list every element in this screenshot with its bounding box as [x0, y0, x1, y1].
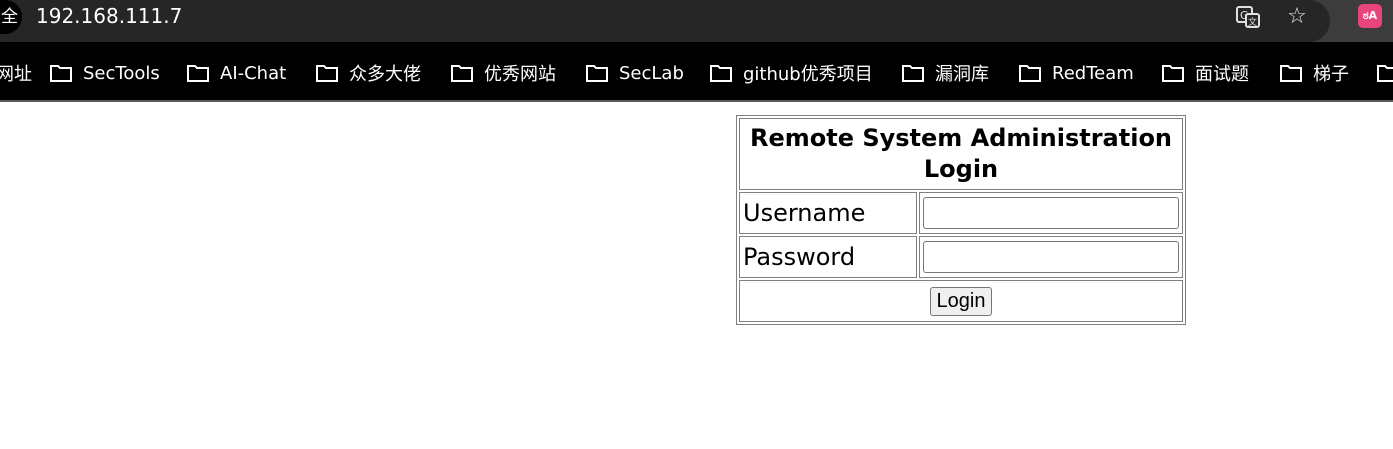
bookmark-folder-github[interactable]: github优秀项目: [709, 60, 873, 86]
folder-icon: [451, 65, 473, 82]
bookmark-star-icon[interactable]: ☆: [1284, 4, 1310, 30]
bookmark-folder-vulndb[interactable]: 漏洞库: [901, 60, 989, 86]
login-title-line1: Remote System Administration: [749, 124, 1173, 152]
login-button[interactable]: Login: [929, 286, 993, 316]
folder-icon: [1377, 65, 1393, 82]
login-title: Remote System Administration Login: [739, 118, 1183, 190]
folder-icon: [1280, 65, 1302, 82]
password-label: Password: [739, 236, 917, 278]
folder-icon: [586, 65, 608, 82]
folder-icon: [902, 65, 924, 82]
folder-icon: [1162, 65, 1184, 82]
folder-icon: [710, 65, 732, 82]
bookmark-folder-interview[interactable]: 面试题: [1161, 60, 1249, 86]
extension-icon[interactable]: ಠA: [1358, 4, 1382, 28]
password-input[interactable]: [923, 241, 1179, 273]
bookmark-folder-redteam[interactable]: RedTeam: [1018, 60, 1134, 86]
address-bar[interactable]: 全 192.168.111.7 G 文 ☆: [0, 0, 1330, 42]
browser-toolbar: 全 192.168.111.7 G 文 ☆ ಠA: [0, 0, 1393, 42]
folder-icon: [316, 65, 338, 82]
folder-icon: [187, 65, 209, 82]
url-text[interactable]: 192.168.111.7: [36, 2, 182, 30]
login-title-line2: Login: [923, 155, 999, 183]
bookmark-folder-sectools[interactable]: SecTools: [49, 60, 160, 86]
bookmark-folder-overflow[interactable]: [1376, 60, 1393, 86]
translate-icon[interactable]: G 文: [1235, 4, 1261, 30]
username-input[interactable]: [923, 197, 1179, 229]
folder-icon: [1019, 65, 1041, 82]
username-label: Username: [739, 192, 917, 234]
bookmark-folder-good-sites[interactable]: 优秀网站: [450, 60, 556, 86]
bookmark-folder-experts[interactable]: 众多大佬: [315, 60, 421, 86]
site-info-chip[interactable]: 全: [0, 0, 22, 34]
bookmarks-bar: 网址 SecTools AI-Chat 众多大佬 优秀网站 SecLab git…: [0, 42, 1393, 102]
bookmark-folder-ai-chat[interactable]: AI-Chat: [186, 60, 286, 86]
bookmark-folder-proxy[interactable]: 梯子: [1279, 60, 1349, 86]
svg-text:文: 文: [1248, 16, 1257, 28]
bookmark-folder-seclab[interactable]: SecLab: [585, 60, 684, 86]
login-form: Remote System Administration Login Usern…: [736, 115, 1186, 325]
bookmark-item[interactable]: 网址: [0, 60, 32, 86]
folder-icon: [50, 65, 72, 82]
